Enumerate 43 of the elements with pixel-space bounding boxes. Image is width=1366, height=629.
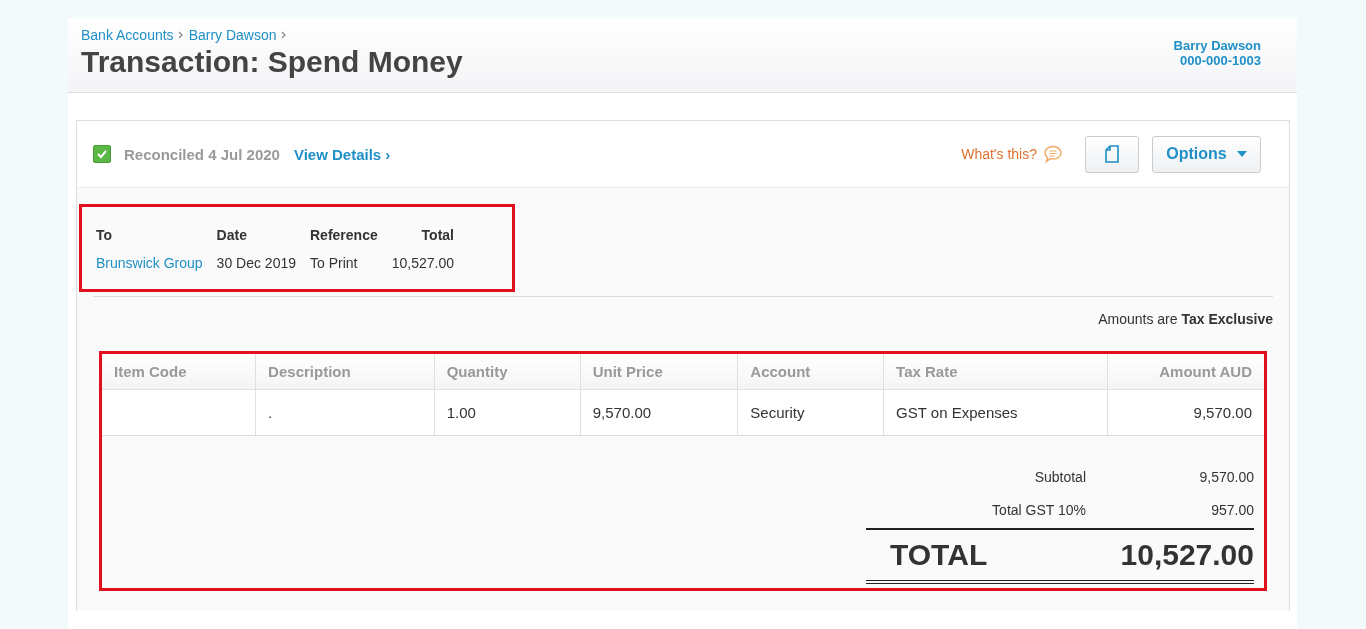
summary-value: 10,527.00	[391, 255, 454, 271]
column-header: Unit Price	[580, 354, 738, 390]
column-header: Account	[737, 354, 884, 390]
chevron-icon	[280, 31, 286, 39]
column-header: Description	[255, 354, 435, 390]
total-label: Total GST 10%	[991, 501, 1086, 518]
speech-bubble-icon	[1043, 145, 1063, 163]
column-label: To	[96, 227, 114, 243]
table-cell: .	[255, 389, 435, 436]
table-cell: GST on Expenses	[883, 389, 1108, 436]
tax-mode-note: Amounts are Tax Exclusive	[1098, 311, 1273, 327]
chevron-icon	[177, 31, 183, 39]
account-name-link[interactable]: Barry Dawson	[1173, 38, 1261, 53]
breadcrumb-link[interactable]: Bank Accounts	[81, 27, 174, 43]
caret-icon	[1236, 151, 1247, 157]
whats-this-link[interactable]: What's this?	[961, 146, 1037, 162]
table-cell: 9,570.00	[580, 389, 738, 436]
account-number-link[interactable]: 000-000-1003	[1180, 53, 1261, 68]
breadcrumb-link[interactable]: Barry Dawson	[188, 27, 277, 43]
column-header: Amount AUD	[1107, 354, 1264, 390]
summary-value: To Print	[310, 255, 359, 271]
total-label: Subtotal	[1033, 468, 1086, 485]
summary-value: 30 Dec 2019	[216, 255, 296, 271]
column-label: Date	[216, 227, 248, 243]
table-cell: 1.00	[434, 389, 581, 436]
column-label: Reference	[310, 227, 378, 243]
column-label: Total	[420, 227, 454, 243]
options-button[interactable]: Options	[1152, 135, 1261, 173]
total-value: 9,570.00	[1198, 468, 1254, 485]
table-cell: 9,570.00	[1107, 389, 1264, 436]
contact-link[interactable]: Brunswick Group	[96, 255, 203, 271]
table-cell: Security	[737, 389, 884, 436]
page-title: Transaction: Spend Money	[81, 45, 463, 79]
grand-total-value: 10,527.00	[1120, 538, 1254, 572]
total-value: 957.00	[1210, 501, 1254, 518]
grand-total-label: TOTAL	[890, 538, 988, 572]
reconciled-status: Reconciled 4 Jul 2020	[124, 145, 280, 163]
document-icon	[1105, 145, 1119, 163]
column-header: Tax Rate	[883, 354, 1108, 390]
column-header: Item Code	[102, 354, 256, 390]
view-details-link[interactable]: View Details ›	[293, 145, 391, 163]
column-header: Quantity	[434, 354, 581, 390]
document-button[interactable]	[1085, 135, 1139, 173]
